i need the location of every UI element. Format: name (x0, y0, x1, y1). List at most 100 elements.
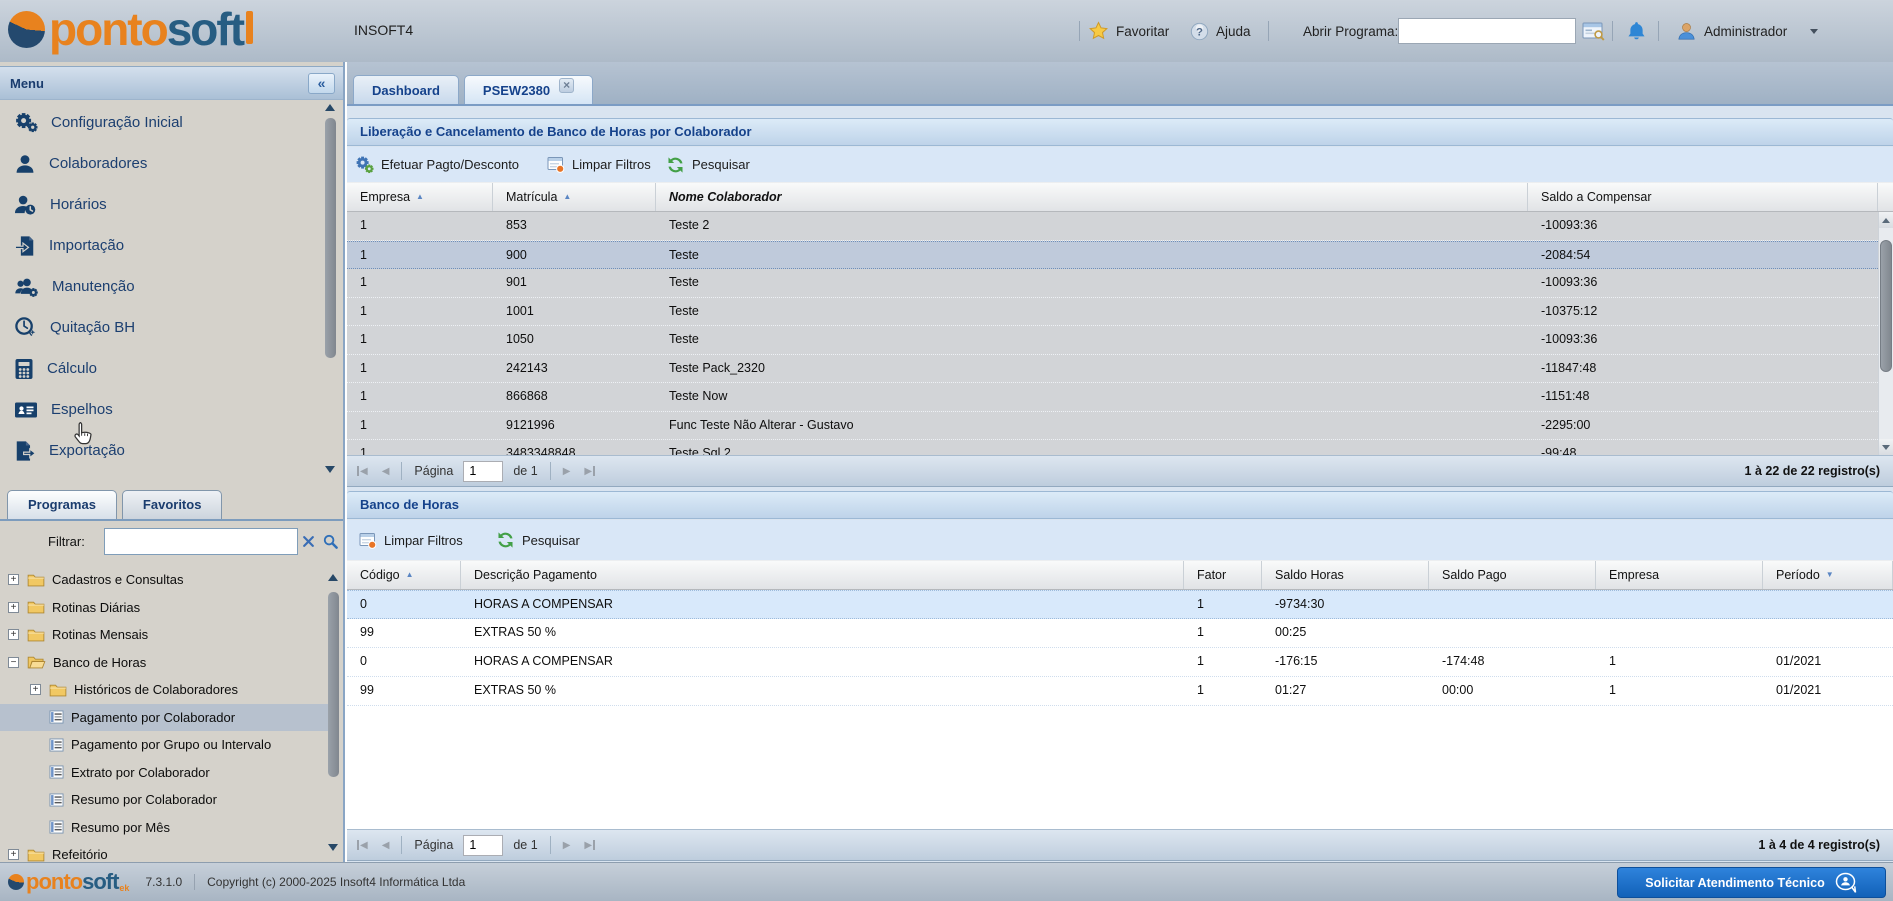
first-page-button[interactable]: ◀ (357, 840, 368, 851)
column-header-nome-colaborador[interactable]: Nome Colaborador (656, 183, 1528, 211)
column-header-matricula[interactable]: Matrícula▲ (493, 183, 656, 211)
main-tab-dashboard[interactable]: Dashboard (353, 75, 459, 104)
table-row[interactable]: 99EXTRAS 50 %100:25 (347, 619, 1893, 648)
pontosoft-logo: pontosoft (8, 4, 253, 54)
column-header-empresa[interactable]: Empresa▲ (347, 183, 493, 211)
tree-item-extrato-por-colaborador[interactable]: Extrato por Colaborador (0, 759, 330, 787)
expander-minus-icon[interactable]: − (8, 657, 19, 668)
scroll-up-button[interactable] (1879, 212, 1893, 228)
grid-header-corner (1878, 183, 1893, 211)
column-header-periodo[interactable]: Período▼ (1763, 561, 1893, 589)
user-menu[interactable]: Administrador (1676, 0, 1818, 62)
page-label: Página (414, 464, 453, 478)
table-row[interactable]: 11001Teste-10375:12 (347, 298, 1878, 327)
tree-item-rotinas-diarias[interactable]: +Rotinas Diárias (0, 594, 330, 622)
expander-plus-icon[interactable]: + (8, 574, 19, 585)
expander-plus-icon[interactable]: + (30, 684, 41, 695)
tree-item-label: Refeitório (52, 847, 108, 862)
next-page-button[interactable]: ▶ (563, 466, 571, 477)
expander-plus-icon[interactable]: + (8, 629, 19, 640)
filter-input[interactable] (104, 528, 298, 555)
page-input[interactable] (463, 461, 503, 482)
last-page-button[interactable]: ▶ (584, 466, 595, 477)
column-header-empresa[interactable]: Empresa (1596, 561, 1763, 589)
scroll-up-icon[interactable] (328, 574, 338, 581)
program-lookup-button[interactable] (1582, 0, 1605, 62)
menu-scrollbar[interactable] (324, 104, 337, 476)
menu-item-importacao[interactable]: Importação (0, 225, 320, 266)
scrollbar-thumb[interactable] (325, 118, 336, 358)
filter-clear-button[interactable] (297, 530, 319, 553)
menu-item-exportacao[interactable]: Exportação (0, 430, 320, 471)
menu-item-calculo[interactable]: Cálculo (0, 348, 320, 389)
support-button[interactable]: Solicitar Atendimento Técnico (1617, 867, 1886, 898)
tree-item-historicos-de-colaboradores[interactable]: +Históricos de Colaboradores (0, 676, 330, 704)
table-row[interactable]: 1901Teste-10093:36 (347, 269, 1878, 298)
expander-plus-icon[interactable]: + (8, 849, 19, 860)
tree-scrollbar[interactable] (327, 572, 340, 860)
sidebar-collapse-button[interactable]: « (308, 73, 335, 94)
sidebar-tab-favoritos[interactable]: Favoritos (122, 490, 223, 519)
table-row[interactable]: 1866868Teste Now-1151:48 (347, 383, 1878, 412)
table-row[interactable]: 13483348848Teste Sql 2-99:48 (347, 440, 1878, 455)
scroll-down-icon[interactable] (328, 844, 338, 851)
table-row[interactable]: 19121996Func Teste Não Alterar - Gustavo… (347, 412, 1878, 441)
column-header-saldo-horas[interactable]: Saldo Horas (1262, 561, 1429, 589)
menu-item-configuracao-inicial[interactable]: Configuração Inicial (0, 102, 320, 143)
table-row[interactable]: 99EXTRAS 50 %101:2700:00101/2021 (347, 677, 1893, 706)
toolbar-button-pesquisar[interactable]: Pesquisar (496, 520, 580, 560)
last-page-button[interactable]: ▶ (584, 840, 595, 851)
toolbar-button-efetuar-pagto-desconto[interactable]: Efetuar Pagto/Desconto (355, 147, 519, 182)
column-header-descricao-pagamento[interactable]: Descrição Pagamento (461, 561, 1184, 589)
column-header-codigo[interactable]: Código▲ (347, 561, 461, 589)
toolbar-button-limpar-filtros[interactable]: Limpar Filtros (359, 520, 463, 560)
main-tab-psew2380[interactable]: PSEW2380× (464, 75, 593, 104)
table-row[interactable]: 1900Teste-2084:54 (347, 241, 1878, 270)
filter-search-button[interactable] (319, 530, 341, 553)
grid1-scrollbar[interactable] (1878, 212, 1893, 455)
tree-item-banco-de-horas[interactable]: −Banco de Horas (0, 649, 330, 677)
scrollbar-thumb[interactable] (328, 592, 339, 777)
scrollbar-thumb[interactable] (1880, 240, 1892, 372)
table-row[interactable]: 11050Teste-10093:36 (347, 326, 1878, 355)
toolbar-button-limpar-filtros[interactable]: Limpar Filtros (547, 147, 651, 182)
tree-item-resumo-por-colaborador[interactable]: Resumo por Colaborador (0, 786, 330, 814)
tree-item-resumo-por-mes[interactable]: Resumo por Mês (0, 814, 330, 842)
next-page-button[interactable]: ▶ (563, 840, 571, 851)
tree-item-refeitorio[interactable]: + Refeitório (0, 841, 330, 862)
help-button[interactable]: ? Ajuda (1190, 0, 1251, 62)
tree-item-pagamento-por-grupo-ou-intervalo[interactable]: Pagamento por Grupo ou Intervalo (0, 731, 330, 759)
toolbar-button-pesquisar[interactable]: Pesquisar (666, 147, 750, 182)
tree-item-pagamento-por-colaborador[interactable]: Pagamento por Colaborador (0, 704, 330, 732)
page-input[interactable] (463, 835, 503, 856)
prev-page-button[interactable]: ◀ (382, 466, 390, 477)
tree-item-cadastros-e-consultas[interactable]: +Cadastros e Consultas (0, 566, 330, 594)
sidebar-tab-programas[interactable]: Programas (7, 490, 117, 519)
table-row[interactable]: 1242143Teste Pack_2320-11847:48 (347, 355, 1878, 384)
scroll-down-button[interactable] (1879, 439, 1893, 455)
column-header-saldo-a-compensar[interactable]: Saldo a Compensar (1528, 183, 1878, 211)
table-row[interactable]: 0HORAS A COMPENSAR1-176:15-174:48101/202… (347, 648, 1893, 677)
scroll-up-icon[interactable] (325, 104, 335, 111)
open-program-input[interactable] (1398, 18, 1576, 44)
prev-page-button[interactable]: ◀ (382, 840, 390, 851)
first-page-button[interactable]: ◀ (357, 466, 368, 477)
menu-item-colaboradores[interactable]: Colaboradores (0, 143, 320, 184)
column-header-saldo-pago[interactable]: Saldo Pago (1429, 561, 1596, 589)
expander-plus-icon[interactable]: + (8, 602, 19, 613)
menu-item-horarios[interactable]: Horários (0, 184, 320, 225)
cell-nome: Teste (656, 326, 1528, 354)
column-header-fator[interactable]: Fator (1184, 561, 1262, 589)
table-row[interactable]: 0HORAS A COMPENSAR1-9734:30 (347, 590, 1893, 619)
menu-item-manutencao[interactable]: Manutenção (0, 266, 320, 307)
menu-item-espelhos[interactable]: Espelhos (0, 389, 320, 430)
tree-item-rotinas-mensais[interactable]: +Rotinas Mensais (0, 621, 330, 649)
scroll-down-icon[interactable] (325, 466, 335, 473)
table-row[interactable]: 1853Teste 2-10093:36 (347, 212, 1878, 241)
cell-empresa (1596, 619, 1763, 647)
menu-item-quitacao-bh[interactable]: Quitação BH (0, 307, 320, 348)
clear-filters-icon (359, 532, 377, 549)
notifications-button[interactable] (1626, 0, 1647, 62)
close-icon[interactable]: × (559, 78, 574, 93)
favorite-button[interactable]: Favoritar (1088, 0, 1169, 62)
